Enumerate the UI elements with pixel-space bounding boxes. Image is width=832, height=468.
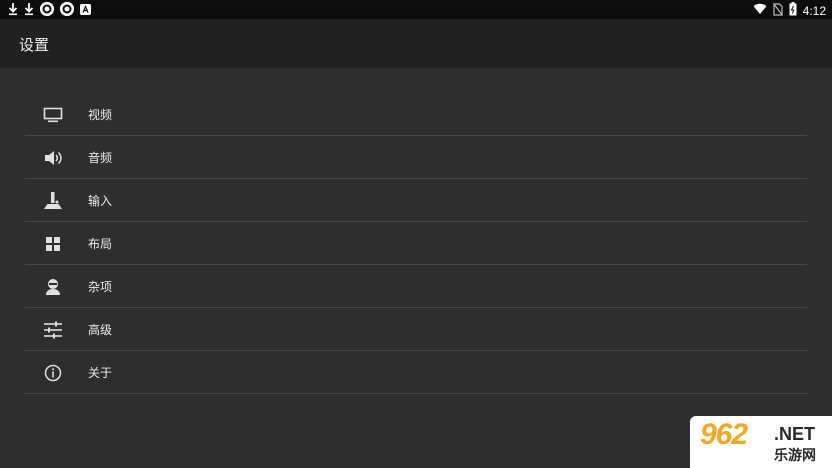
watermark-site-name: 乐游网 xyxy=(774,448,816,464)
no-sim-icon xyxy=(772,2,783,19)
menu-item-advanced[interactable]: 高级 xyxy=(25,308,807,351)
watermark-domain: .NET xyxy=(774,424,816,444)
menu-item-label: 高级 xyxy=(88,323,113,337)
person-icon xyxy=(42,276,64,298)
settings-content: 视频 音频 输入 布局 杂项 高级 关于 xyxy=(0,68,832,468)
info-icon xyxy=(42,362,64,384)
joystick-icon xyxy=(42,190,64,212)
menu-item-misc[interactable]: 杂项 xyxy=(25,265,807,308)
a-app-icon xyxy=(80,3,91,15)
menu-item-label: 杂项 xyxy=(88,280,113,294)
status-bar-system: 4:12 xyxy=(753,2,826,19)
settings-menu: 视频 音频 输入 布局 杂项 高级 关于 xyxy=(25,93,807,394)
watermark-number: 962 xyxy=(700,418,748,451)
menu-item-label: 视频 xyxy=(88,108,113,122)
circle-app-icon xyxy=(60,2,74,16)
menu-item-input[interactable]: 输入 xyxy=(25,179,807,222)
download-icon xyxy=(24,2,34,16)
watermark-logo: 962 .NET 乐游网 xyxy=(690,416,832,468)
circle-app-icon xyxy=(40,2,54,16)
menu-item-about[interactable]: 关于 xyxy=(25,351,807,394)
grid-icon xyxy=(42,233,64,255)
monitor-icon xyxy=(42,104,64,126)
battery-icon xyxy=(789,2,797,19)
menu-item-label: 关于 xyxy=(88,366,113,380)
status-time: 4:12 xyxy=(802,3,826,18)
wifi-icon xyxy=(753,3,767,18)
status-bar: 4:12 xyxy=(0,0,832,19)
menu-item-label: 音频 xyxy=(88,151,113,165)
page-title: 设置 xyxy=(19,36,50,54)
menu-item-label: 布局 xyxy=(88,237,113,251)
download-icon xyxy=(8,2,18,16)
menu-item-audio[interactable]: 音频 xyxy=(25,136,807,179)
sliders-icon xyxy=(42,319,64,341)
menu-item-layout[interactable]: 布局 xyxy=(25,222,807,265)
menu-item-video[interactable]: 视频 xyxy=(25,93,807,136)
menu-item-label: 输入 xyxy=(88,194,113,208)
status-bar-notifications xyxy=(8,2,91,16)
speaker-icon xyxy=(42,147,64,169)
app-toolbar: 设置 xyxy=(0,19,832,68)
